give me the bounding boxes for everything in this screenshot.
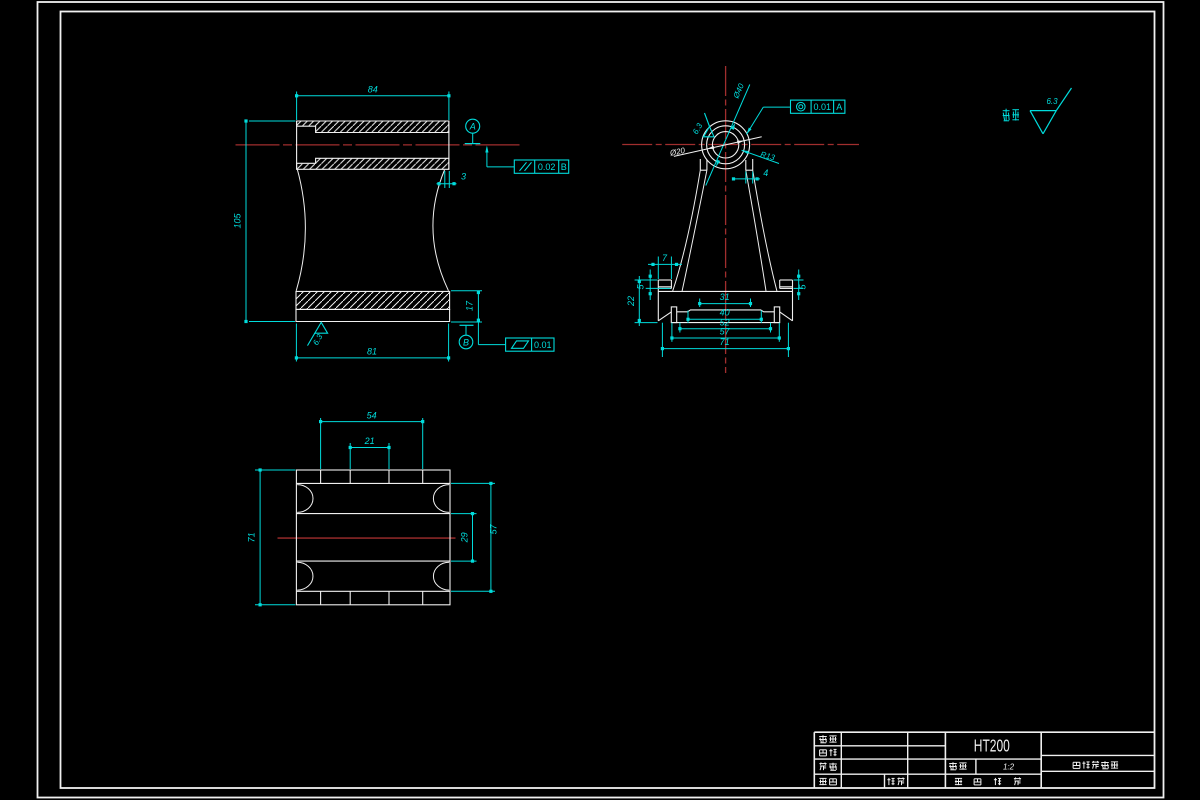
svg-text:105: 105 [233, 213, 243, 229]
svg-text:4: 4 [763, 168, 768, 178]
svg-text:29: 29 [460, 532, 470, 543]
svg-text:0.02: 0.02 [538, 162, 556, 172]
svg-text:40: 40 [720, 308, 730, 318]
svg-text:54: 54 [367, 410, 377, 420]
svg-text:81: 81 [367, 347, 377, 357]
svg-text:71: 71 [247, 532, 257, 542]
svg-text:21: 21 [364, 436, 375, 446]
svg-text:HT200: HT200 [974, 736, 1010, 756]
svg-text:31: 31 [720, 292, 730, 302]
svg-text:B: B [561, 162, 567, 172]
svg-text:57: 57 [488, 523, 498, 534]
svg-text:17: 17 [465, 300, 475, 311]
svg-text:0.01: 0.01 [814, 102, 832, 112]
svg-text:B: B [463, 337, 469, 347]
svg-text:1:2: 1:2 [1003, 763, 1015, 772]
svg-text:57: 57 [720, 327, 731, 337]
svg-text:0.01: 0.01 [534, 340, 552, 350]
svg-text:71: 71 [720, 337, 730, 347]
svg-text:6.3: 6.3 [1046, 97, 1058, 106]
svg-text:22: 22 [626, 296, 636, 307]
svg-text:84: 84 [368, 85, 378, 95]
svg-text:A: A [836, 102, 842, 112]
svg-text:3: 3 [461, 172, 466, 182]
svg-text:A: A [469, 122, 476, 132]
